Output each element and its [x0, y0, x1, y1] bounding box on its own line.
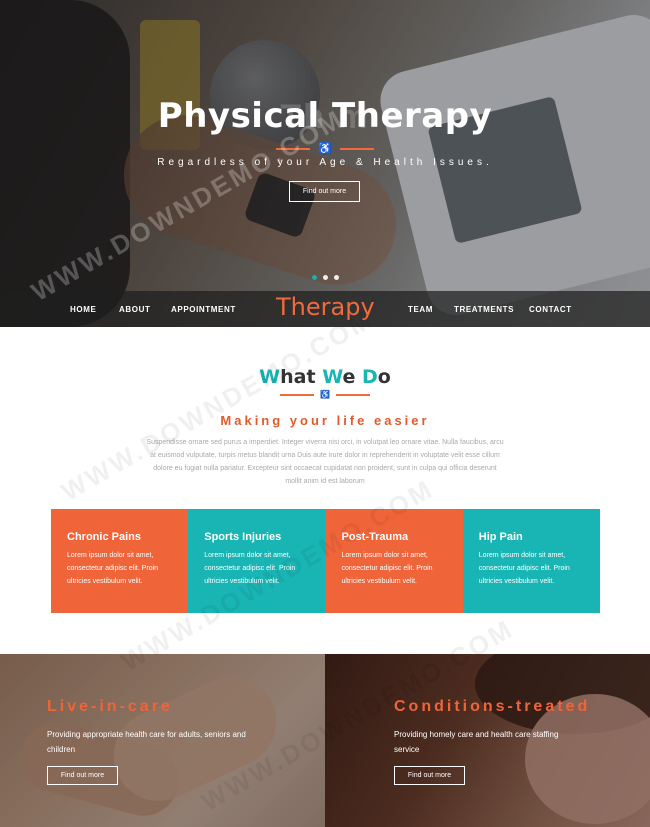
card-title: Post-Trauma — [341, 531, 409, 543]
slider-dots — [312, 275, 339, 280]
nav-team[interactable]: TEAM — [408, 291, 433, 327]
section-divider: ♿ — [0, 390, 650, 399]
service-card-post-trauma[interactable]: Post-Trauma Lorem ipsum dolor sit amet, … — [325, 509, 463, 613]
site-logo[interactable]: Therapy — [276, 293, 375, 321]
service-card-sports-injuries[interactable]: Sports Injuries Lorem ipsum dolor sit am… — [188, 509, 326, 613]
service-cards: Chronic Pains Lorem ipsum dolor sit amet… — [51, 509, 600, 613]
service-card-hip-pain[interactable]: Hip Pain Lorem ipsum dolor sit amet, con… — [462, 509, 600, 613]
conditions-treated-find-out-more-button[interactable]: Find out more — [394, 766, 465, 785]
panel-title: Live-in-care — [47, 698, 173, 715]
nav-home[interactable]: HOME — [70, 291, 96, 327]
live-in-care-find-out-more-button[interactable]: Find out more — [47, 766, 118, 785]
card-text: Lorem ipsum dolor sit amet, consectetur … — [67, 552, 159, 585]
divider-line — [276, 147, 311, 150]
conditions-treated-panel: Conditions-treated Providing homely care… — [325, 654, 650, 827]
hero-divider: ♿ — [0, 142, 650, 155]
panel-text: Providing homely care and health care st… — [394, 730, 559, 754]
slider-dot-3[interactable] — [334, 275, 339, 280]
title-letter: W — [259, 366, 281, 388]
hero-title: Physical Therapy — [157, 96, 493, 136]
section-intro: Suspendisse ornare sed purus a imperdiet… — [146, 439, 504, 485]
title-text: hat — [280, 366, 323, 388]
card-text: Lorem ipsum dolor sit amet, consectetur … — [204, 552, 296, 585]
nav-appointment[interactable]: APPOINTMENT — [171, 291, 236, 327]
card-text: Lorem ipsum dolor sit amet, consectetur … — [341, 552, 433, 585]
slider-dot-1[interactable] — [312, 275, 317, 280]
divider-line — [339, 147, 374, 150]
nav-about[interactable]: ABOUT — [119, 291, 150, 327]
section-tagline: Making your life easier — [220, 413, 430, 428]
card-title: Chronic Pains — [67, 531, 141, 543]
hero-subtitle: Regardless of your Age & Health Issues. — [157, 157, 493, 168]
card-title: Sports Injuries — [204, 531, 282, 543]
live-in-care-panel: Live-in-care Providing appropriate healt… — [0, 654, 325, 827]
slider-dot-2[interactable] — [323, 275, 328, 280]
nav-treatments[interactable]: TREATMENTS — [454, 291, 514, 327]
wheelchair-icon: ♿ — [320, 390, 330, 399]
panel-title: Conditions-treated — [394, 698, 591, 715]
title-text: e — [342, 366, 362, 388]
divider-line — [335, 393, 370, 396]
card-title: Hip Pain — [478, 531, 523, 543]
title-text: o — [377, 366, 391, 388]
card-text: Lorem ipsum dolor sit amet, consectetur … — [478, 552, 570, 585]
section-title: What We Do — [0, 366, 650, 388]
nav-contact[interactable]: CONTACT — [529, 291, 572, 327]
service-card-chronic-pains[interactable]: Chronic Pains Lorem ipsum dolor sit amet… — [51, 509, 189, 613]
divider-line — [280, 393, 315, 396]
title-letter: D — [361, 366, 378, 388]
wheelchair-icon: ♿ — [318, 143, 332, 155]
hero-find-out-more-button[interactable]: Find out more — [289, 181, 360, 202]
panel-text: Providing appropriate health care for ad… — [47, 730, 246, 754]
title-letter: W — [322, 366, 343, 388]
